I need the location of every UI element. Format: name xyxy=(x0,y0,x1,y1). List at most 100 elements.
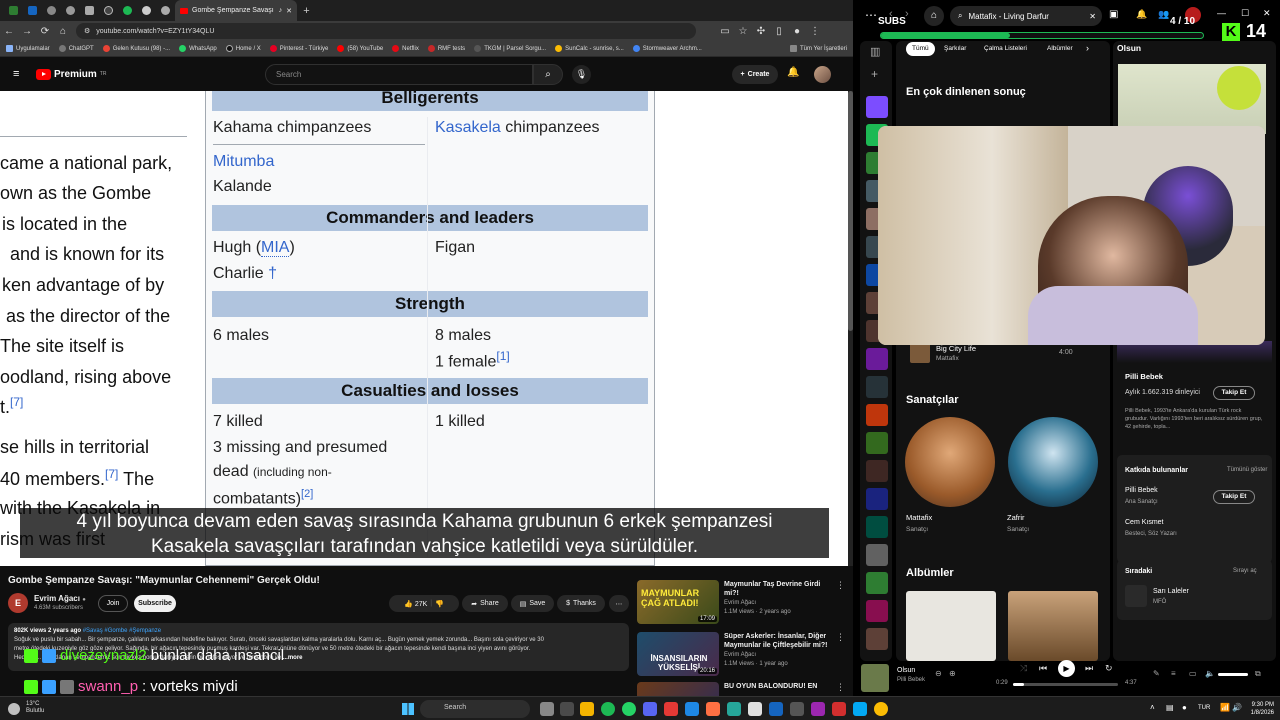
volume-slider[interactable] xyxy=(1218,673,1248,676)
album-cover[interactable] xyxy=(1008,591,1098,661)
bookmark-star-icon[interactable]: ☆ xyxy=(734,26,752,37)
bookmark[interactable]: RMF tests xyxy=(427,45,465,52)
now-playing-title[interactable]: Olsun xyxy=(897,667,915,674)
chrome-icon[interactable] xyxy=(874,702,888,716)
taskview-icon[interactable] xyxy=(540,702,554,716)
weather-widget[interactable]: 13°C Bulutlu xyxy=(26,701,44,715)
video-menu-icon[interactable]: ⋮ xyxy=(836,580,845,591)
chip-albums[interactable]: Albümler xyxy=(1041,42,1079,56)
follow-button[interactable]: Takip Et xyxy=(1213,386,1255,400)
discord-icon[interactable] xyxy=(643,702,657,716)
now-playing-cover[interactable] xyxy=(861,664,889,692)
library-item[interactable] xyxy=(866,460,888,482)
previous-icon[interactable]: ⏮ xyxy=(1039,663,1047,674)
add-icon[interactable]: + xyxy=(871,67,878,81)
bookmark[interactable]: Netflix xyxy=(392,45,419,52)
track-title[interactable]: Big City Life xyxy=(936,344,976,353)
reload-icon[interactable]: ⟳ xyxy=(36,26,54,37)
volume-icon[interactable]: 🔈 xyxy=(1205,669,1215,678)
video-player[interactable]: came a national park, own as the Gombe i… xyxy=(0,91,848,566)
app-icon[interactable] xyxy=(811,702,825,716)
play-button[interactable]: ▶ xyxy=(1058,660,1075,677)
bookmark[interactable]: Pinterest - Türkiye xyxy=(269,45,328,52)
track-artist[interactable]: Mattafix xyxy=(936,355,959,362)
cast-icon[interactable]: ▭ xyxy=(716,26,734,37)
devices-icon[interactable]: ▭ xyxy=(1189,669,1197,678)
app-icon[interactable] xyxy=(853,702,867,716)
open-queue-link[interactable]: Sırayı aç xyxy=(1233,568,1257,574)
playback-progress-bar[interactable] xyxy=(1013,683,1118,686)
channel-avatar[interactable]: E xyxy=(8,593,28,613)
pinned-tab[interactable] xyxy=(156,1,175,20)
language-indicator[interactable]: TUR xyxy=(1198,705,1210,711)
close-icon[interactable]: ✕ xyxy=(1263,8,1271,19)
contributor-name[interactable]: Cem Kısmet xyxy=(1125,519,1164,526)
friends-icon[interactable]: 👥 xyxy=(1158,9,1169,20)
shuffle-icon[interactable]: ⤨ xyxy=(1020,663,1027,674)
library-icon[interactable]: ▥ xyxy=(870,45,880,58)
library-item[interactable] xyxy=(866,376,888,398)
tray-app-icon[interactable]: ● xyxy=(1182,703,1187,712)
extensions-icon[interactable]: ✣ xyxy=(752,26,770,37)
video-menu-icon[interactable]: ⋮ xyxy=(836,682,845,693)
library-item[interactable] xyxy=(866,96,888,118)
related-video[interactable]: MAYMUNLAR ÇAĞ ATLADI! 17:09 Maymunlar Ta… xyxy=(637,580,847,624)
library-item[interactable] xyxy=(866,432,888,454)
pinned-tab[interactable] xyxy=(118,1,137,20)
notifications-bell-icon[interactable]: 🔔 xyxy=(787,67,799,78)
app-icon[interactable] xyxy=(832,702,846,716)
forward-icon[interactable]: → xyxy=(18,26,36,37)
queue-track-title[interactable]: Sarı Laleler xyxy=(1153,588,1189,595)
taskbar-search[interactable]: Search xyxy=(420,700,530,718)
bookmark[interactable]: SunCalc - sunrise, s... xyxy=(555,45,624,52)
library-item[interactable] xyxy=(866,572,888,594)
minimize-icon[interactable]: — xyxy=(1217,8,1226,18)
lyrics-icon[interactable]: ✎ xyxy=(1153,669,1160,678)
mitumba-link[interactable]: Mitumba xyxy=(213,153,274,171)
microphone-icon[interactable]: 🎙 xyxy=(572,65,591,84)
library-item[interactable] xyxy=(866,600,888,622)
miniplayer-icon[interactable]: ⧉ xyxy=(1255,669,1261,679)
spotify-icon[interactable] xyxy=(601,702,615,716)
pinned-tab[interactable] xyxy=(80,1,99,20)
share-button[interactable]: ➦ Share xyxy=(462,595,508,612)
pinned-tab[interactable] xyxy=(4,1,23,20)
youtube-logo[interactable]: Premium TR xyxy=(36,68,106,80)
spotify-menu-icon[interactable]: ⋯ xyxy=(865,8,877,22)
address-bar[interactable]: ⚙ youtube.com/watch?v=EZY1tY34QLU xyxy=(76,23,696,39)
remove-icon[interactable]: ⊖ xyxy=(935,669,942,678)
bookmark[interactable]: Uygulamalar xyxy=(6,45,50,52)
add-icon[interactable]: ⊕ xyxy=(949,669,956,678)
pinned-tab[interactable] xyxy=(61,1,80,20)
back-icon[interactable]: ← xyxy=(0,26,18,37)
now-playing-artist[interactable]: Pilli Bebek xyxy=(897,677,925,683)
pinned-tab[interactable] xyxy=(137,1,156,20)
next-icon[interactable]: ⏭ xyxy=(1085,663,1093,674)
album-cover[interactable] xyxy=(906,591,996,661)
wifi-icon[interactable]: 📶 xyxy=(1220,703,1230,712)
artist-name[interactable]: Pilli Bebek xyxy=(1125,372,1163,381)
bookmark[interactable]: Home / X xyxy=(225,45,261,52)
sidebar-icon[interactable]: ▯ xyxy=(770,26,788,37)
chip-songs[interactable]: Şarkılar xyxy=(938,42,972,56)
chip-playlists[interactable]: Çalma Listeleri xyxy=(978,42,1033,56)
video-thumbnail[interactable]: İNSANSILARIN YÜKSELİŞİ 20:16 xyxy=(637,632,719,676)
app-icon[interactable] xyxy=(664,702,678,716)
related-video[interactable]: İNSANSILARIN YÜKSELİŞİ 20:16 Süper Asker… xyxy=(637,632,847,676)
bookmark[interactable]: Stormweaver Archm... xyxy=(632,45,702,52)
maximize-icon[interactable]: ☐ xyxy=(1241,8,1249,19)
queue-icon[interactable]: ≡ xyxy=(1171,669,1176,678)
library-item[interactable] xyxy=(866,628,888,650)
clock[interactable]: 9:30 PM 1/8/2026 xyxy=(1242,701,1274,717)
pinned-tab[interactable] xyxy=(23,1,42,20)
profile-icon[interactable]: ● xyxy=(788,26,806,37)
dislike-icon[interactable]: 👎 xyxy=(435,600,444,608)
menu-icon[interactable]: ⋮ xyxy=(806,26,824,37)
related-video[interactable]: BU OYUN BALONDURU! EN ⋮ xyxy=(637,682,847,696)
show-all-link[interactable]: Tümünü göster xyxy=(1227,467,1267,473)
track-cover[interactable] xyxy=(910,343,930,363)
library-item[interactable] xyxy=(866,516,888,538)
tray-app-icon[interactable]: ▤ xyxy=(1166,703,1174,712)
subscribe-button[interactable]: Subscribe xyxy=(134,595,176,612)
app-icon[interactable] xyxy=(685,702,699,716)
